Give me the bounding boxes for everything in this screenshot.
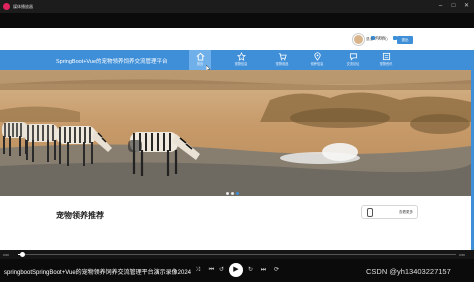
avatar[interactable] (353, 34, 364, 45)
player-titlebar: 媒体播放器 – □ ✕ (0, 0, 474, 13)
view-more-button[interactable]: 查看更多 (361, 205, 418, 219)
media-player-app-icon (3, 3, 10, 10)
view-more-label: 查看更多 (399, 210, 413, 214)
zebra-scene-image (0, 70, 471, 196)
nav-label-pet-info: 宠物信息 (234, 62, 248, 66)
seek-knob[interactable] (20, 252, 26, 257)
seek-bar[interactable]: 0:00 3:50 (0, 250, 474, 259)
site-title: SpringBoot+Vue的宠物领养饲养交流管理平台 (56, 59, 168, 65)
forward-icon[interactable]: ↻ (246, 266, 255, 275)
nav-item-supplies[interactable]: 宠物用品 (271, 50, 293, 70)
home-icon (196, 52, 204, 61)
nav-item-news[interactable]: 宠物资讯 (375, 50, 397, 70)
carousel-dot-active[interactable] (236, 192, 239, 195)
pin-icon (313, 52, 321, 61)
main-nav: SpringBoot+Vue的宠物领养饲养交流管理平台 首页 宠物信息 宠物用品… (0, 50, 471, 72)
time-current: 0:00 (3, 253, 9, 257)
section-title: 宠物领养推荐 (56, 211, 104, 220)
news-icon (382, 52, 390, 61)
nav-item-adoption[interactable]: 领养信息 (306, 50, 328, 70)
close-icon[interactable]: ✕ (462, 2, 471, 11)
window-title: 媒体播放器 (13, 4, 33, 9)
star-icon (236, 52, 246, 61)
web-page: 购物车 我的订单 退出 个人中心 退出 SpringBoot+Vue的宠物领养饲… (0, 28, 474, 250)
exit-button[interactable]: 退出 (397, 36, 413, 44)
chat-icon (349, 53, 357, 61)
carousel-dot[interactable] (226, 192, 229, 195)
rewind-icon[interactable]: ↺ (217, 266, 226, 275)
repeat-icon[interactable]: ⟳ (272, 266, 281, 275)
nav-label-adoption: 领养信息 (310, 62, 324, 66)
user-links[interactable]: 退出 个人中心 (366, 37, 388, 42)
player-controls: springbootSpringBoot+Vue的宠物领养饲养交流管理平台演示录… (0, 259, 474, 282)
nav-label-forum: 交流论坛 (346, 62, 360, 66)
carousel-indicators (226, 192, 239, 195)
video-title: springbootSpringBoot+Vue的宠物领养饲养交流管理平台演示录… (4, 270, 192, 276)
minimize-icon[interactable]: – (436, 2, 445, 11)
seek-track[interactable] (18, 254, 456, 255)
mouse-icon (367, 208, 373, 217)
nav-label-news: 宠物资讯 (379, 62, 393, 66)
nav-item-pet-info[interactable]: 宠物信息 (230, 50, 252, 70)
cart-icon (278, 53, 287, 61)
nav-item-forum[interactable]: 交流论坛 (342, 50, 364, 70)
shuffle-icon[interactable]: ⤨ (193, 266, 202, 275)
maximize-icon[interactable]: □ (449, 2, 458, 11)
csdn-watermark: CSDN @yh13403227157 (366, 267, 451, 276)
time-total: 3:50 (459, 253, 465, 257)
previous-icon[interactable]: ⏮ (207, 266, 216, 275)
carousel-dot[interactable] (231, 192, 234, 195)
play-button[interactable]: ▶ (229, 263, 243, 277)
next-icon[interactable]: ⏭ (259, 266, 268, 275)
hero-carousel[interactable] (0, 70, 471, 196)
nav-label-supplies: 宠物用品 (275, 62, 289, 66)
